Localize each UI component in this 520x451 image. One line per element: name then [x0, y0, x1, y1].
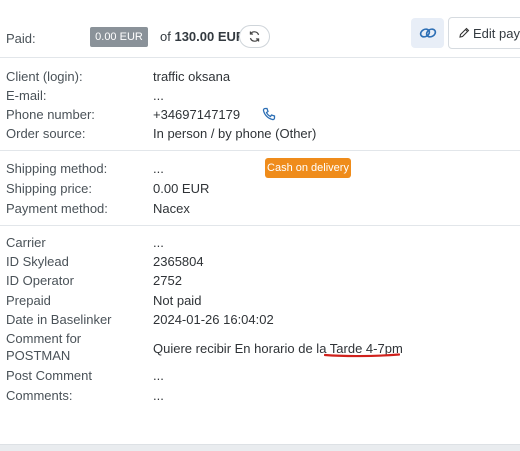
comments-value: ... [153, 388, 164, 403]
paid-label: Paid: [6, 31, 36, 46]
divider [0, 150, 520, 151]
phone-label: Phone number: [6, 107, 95, 122]
divider [0, 57, 520, 58]
red-underline-annotation [324, 353, 400, 358]
of-prefix: of [160, 29, 171, 44]
cash-on-delivery-badge: Cash on delivery [265, 158, 351, 178]
prepaid-value: Not paid [153, 293, 202, 308]
comment-postman-label-line2: POSTMAN [6, 348, 71, 363]
link-icon [419, 28, 436, 38]
id-skylead-value: 2365804 [153, 254, 204, 269]
phone-icon[interactable] [262, 107, 276, 121]
edit-payment-button[interactable]: Edit paym [448, 17, 520, 49]
email-label: E-mail: [6, 88, 47, 103]
client-login-label: Client (login): [6, 69, 83, 84]
divider [0, 225, 520, 226]
phone-value: +34697147179 [153, 107, 241, 122]
edit-payment-label: Edit paym [473, 25, 520, 41]
prepaid-label: Prepaid [6, 293, 51, 308]
comments-label: Comments: [6, 388, 73, 403]
email-value: ... [153, 88, 164, 103]
shipping-method-value: ... [153, 161, 164, 176]
comment-postman-label-line1: Comment for [6, 331, 82, 346]
pencil-icon [459, 27, 470, 38]
post-comment-label: Post Comment [6, 368, 92, 383]
shipping-price-label: Shipping price: [6, 181, 92, 196]
client-login-value: traffic oksana [153, 69, 231, 84]
order-source-value: In person / by phone (Other) [153, 126, 317, 141]
order-source-label: Order source: [6, 126, 86, 141]
copy-link-button[interactable] [411, 18, 444, 48]
id-operator-value: 2752 [153, 273, 182, 288]
refresh-icon [249, 31, 260, 42]
shipping-price-value: 0.00 EUR [153, 181, 210, 196]
total-amount: 130.00 EUR [174, 29, 246, 44]
paid-amount-badge: 0.00 EUR [90, 27, 148, 47]
payment-method-value: Nacex [153, 201, 190, 216]
payment-total: of 130.00 EUR [160, 29, 245, 44]
post-comment-value: ... [153, 368, 164, 383]
refresh-button[interactable] [239, 25, 270, 48]
carrier-value: ... [153, 235, 164, 250]
baselinker-date-value: 2024-01-26 16:04:02 [153, 312, 274, 327]
id-skylead-label: ID Skylead [6, 254, 69, 269]
id-operator-label: ID Operator [6, 273, 74, 288]
carrier-label: Carrier [6, 235, 46, 250]
payment-method-label: Payment method: [6, 201, 108, 216]
baselinker-date-label: Date in Baselinker [6, 312, 112, 327]
shipping-method-label: Shipping method: [6, 161, 108, 176]
